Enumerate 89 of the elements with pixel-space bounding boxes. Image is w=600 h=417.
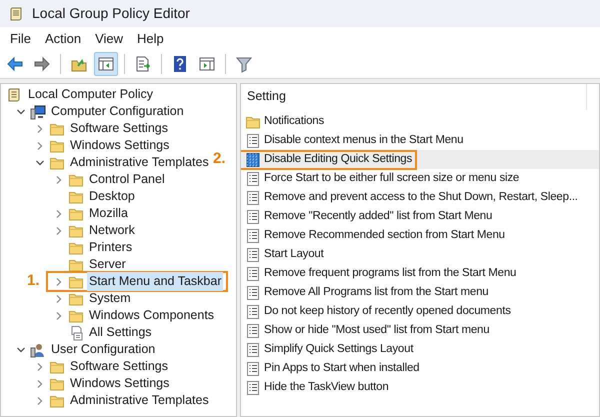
setting-icon bbox=[245, 322, 261, 338]
tree-item[interactable]: System bbox=[87, 289, 133, 308]
setting-row[interactable]: Disable context menus in the Start Menu bbox=[241, 131, 599, 150]
chevron-right-icon[interactable] bbox=[54, 174, 64, 184]
setting-row[interactable]: Pin Apps to Start when installed bbox=[241, 359, 599, 378]
chevron-down-icon[interactable] bbox=[16, 344, 26, 354]
tree-item[interactable]: Server bbox=[87, 255, 128, 274]
setting-label: Hide the TaskView button bbox=[264, 380, 389, 395]
tree-item[interactable]: User Configuration bbox=[49, 340, 158, 359]
column-header[interactable]: Setting bbox=[241, 84, 587, 110]
chevron-right-icon[interactable] bbox=[54, 226, 64, 236]
tree-item[interactable]: Software Settings bbox=[68, 357, 170, 376]
chevron-right-icon[interactable] bbox=[54, 310, 64, 320]
setting-row[interactable]: Remove and prevent access to the Shut Down, Restart, Sleep... bbox=[241, 188, 599, 207]
setting-label: Remove All Programs list from the Start menu bbox=[264, 284, 488, 300]
checkered-setting-icon bbox=[245, 152, 261, 168]
setting-label: Pin Apps to Start when installed bbox=[264, 360, 420, 376]
chevron-right-icon[interactable] bbox=[54, 276, 64, 286]
window-title: Local Group Policy Editor bbox=[32, 4, 190, 23]
tree-item[interactable]: Local Computer Policy bbox=[26, 85, 156, 104]
setting-row[interactable]: Remove frequent programs list from the Start Menu bbox=[241, 264, 599, 283]
console-tree-icon[interactable] bbox=[94, 52, 118, 76]
setting-row[interactable]: Do not keep history of recently opened documents bbox=[241, 302, 599, 321]
setting-label: Show or hide "Most used" list from Start menu bbox=[264, 322, 490, 338]
setting-row[interactable]: Force Start to be either full screen size or menu size bbox=[241, 169, 599, 188]
setting-icon bbox=[245, 380, 261, 396]
tree-item[interactable]: Windows Settings bbox=[68, 136, 172, 155]
user-icon bbox=[30, 342, 46, 358]
computer-icon bbox=[30, 104, 46, 120]
setting-label: Remove Recommended section from Start Menu bbox=[264, 228, 505, 243]
tree-item[interactable]: Start Menu and Taskbar bbox=[87, 272, 224, 291]
setting-icon bbox=[245, 266, 261, 282]
chevron-right-icon[interactable] bbox=[54, 208, 64, 218]
setting-row[interactable]: Remove All Programs list from the Start menu bbox=[241, 283, 599, 302]
setting-row[interactable]: Start Layout bbox=[241, 245, 599, 264]
chevron-right-icon[interactable] bbox=[34, 396, 44, 406]
setting-row[interactable]: Simplify Quick Settings Layout bbox=[241, 340, 599, 359]
tree-item[interactable]: Windows Components bbox=[87, 306, 216, 325]
setting-row[interactable]: Remove "Recently added" list from Start Menu bbox=[241, 207, 599, 226]
setting-icon bbox=[245, 190, 261, 206]
menu-item[interactable]: Help bbox=[130, 28, 171, 50]
menu-item[interactable]: Action bbox=[38, 28, 88, 50]
step-label: 2. bbox=[213, 149, 226, 169]
setting-icon bbox=[245, 304, 261, 320]
setting-label: Force Start to be either full screen size or menu size bbox=[264, 170, 520, 186]
step-label: 1. bbox=[27, 271, 40, 292]
setting-label: Remove "Recently added" list from Start Menu bbox=[264, 208, 492, 224]
chevron-right-icon[interactable] bbox=[34, 140, 44, 150]
tree-item[interactable]: Administrative Templates bbox=[68, 153, 211, 172]
tree-item[interactable]: Administrative Templates bbox=[68, 391, 211, 410]
setting-label: Disable context menus in the Start Menu bbox=[264, 132, 464, 148]
setting-icon bbox=[245, 360, 261, 376]
tree-item[interactable]: All Settings bbox=[87, 323, 154, 342]
tree-item[interactable]: Windows Settings bbox=[68, 374, 172, 393]
tree-item[interactable]: Mozilla bbox=[87, 204, 130, 223]
setting-row[interactable]: Hide the TaskView button bbox=[241, 378, 599, 397]
setting-row[interactable]: Notifications bbox=[241, 112, 599, 131]
setting-label: Start Layout bbox=[264, 246, 324, 262]
setting-icon bbox=[245, 228, 261, 244]
chevron-right-icon[interactable] bbox=[34, 362, 44, 372]
chevron-down-icon[interactable] bbox=[34, 158, 44, 168]
tree-item[interactable]: Computer Configuration bbox=[49, 102, 186, 121]
setting-label: Disable Editing Quick Settings bbox=[264, 152, 412, 167]
tree-item[interactable]: Network bbox=[87, 221, 137, 240]
setting-label: Simplify Quick Settings Layout bbox=[264, 342, 414, 357]
scroll-icon bbox=[8, 6, 24, 22]
setting-row[interactable]: Remove Recommended section from Start Menu bbox=[241, 226, 599, 245]
chevron-right-icon[interactable] bbox=[34, 124, 44, 134]
setting-label: Remove frequent programs list from the Start Menu bbox=[264, 266, 516, 281]
tree-item[interactable]: Control Panel bbox=[87, 170, 167, 189]
setting-label: Notifications bbox=[264, 114, 324, 129]
setting-icon bbox=[245, 342, 261, 358]
tree-item[interactable]: Desktop bbox=[87, 187, 137, 206]
setting-row[interactable]: Disable Editing Quick Settings bbox=[241, 150, 599, 169]
tree-item[interactable]: Software Settings bbox=[68, 119, 170, 138]
menu-item[interactable]: View bbox=[88, 28, 130, 50]
setting-icon bbox=[245, 208, 261, 224]
menu-item[interactable]: File bbox=[3, 28, 38, 50]
chevron-right-icon[interactable] bbox=[34, 378, 44, 388]
setting-icon bbox=[245, 284, 261, 300]
chevron-down-icon[interactable] bbox=[16, 106, 26, 116]
setting-icon bbox=[245, 132, 261, 148]
setting-icon bbox=[245, 246, 261, 262]
setting-label: Do not keep history of recently opened documents bbox=[264, 304, 511, 319]
setting-label: Remove and prevent access to the Shut Down, Restart, Sleep... bbox=[264, 190, 578, 205]
setting-icon bbox=[245, 170, 261, 186]
tree-item[interactable]: Printers bbox=[87, 238, 134, 257]
chevron-right-icon[interactable] bbox=[54, 294, 64, 304]
setting-row[interactable]: Show or hide "Most used" list from Start menu bbox=[241, 321, 599, 340]
